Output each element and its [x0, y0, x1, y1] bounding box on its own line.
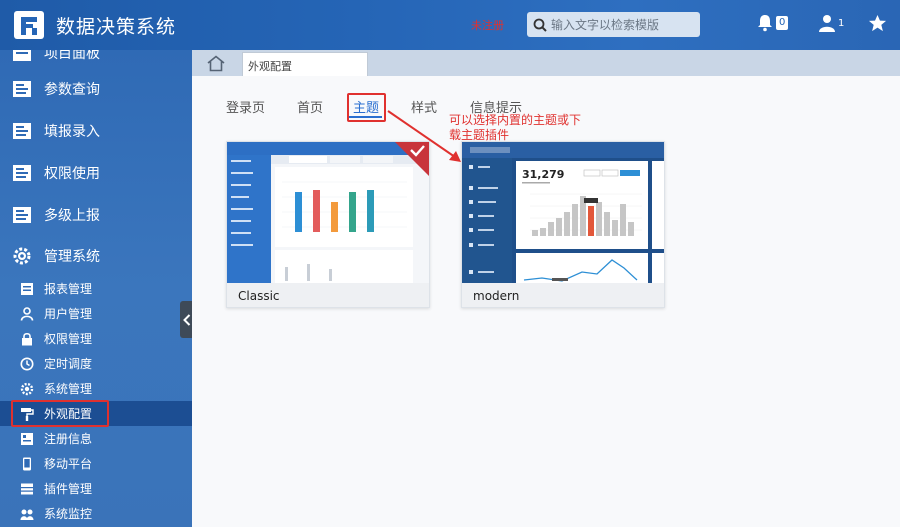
report-icon	[13, 165, 31, 181]
sidebar-item-label: 填报录入	[44, 124, 100, 140]
sidebar-item-label: 用户管理	[44, 307, 93, 321]
theme-card-classic[interactable]: Classic	[226, 141, 430, 308]
report-manage-icon	[21, 282, 33, 295]
sidebar-item-system-manage[interactable]: 系统管理	[0, 376, 192, 401]
notification-button[interactable]: 0	[756, 14, 789, 32]
sidebar-item-monitor[interactable]: 系统监控	[0, 501, 192, 526]
plugin-icon	[21, 483, 33, 494]
monitor-icon	[20, 509, 34, 520]
sidebar-item-permission-use[interactable]: 权限使用	[0, 153, 192, 193]
sidebar-item-label: 定时调度	[44, 357, 93, 371]
sidebar-item-label: 注册信息	[44, 432, 93, 446]
sidebar-item-param-query[interactable]: 参数查询	[0, 69, 192, 109]
sidebar-item-label: 外观配置	[44, 407, 93, 421]
home-tab[interactable]	[192, 50, 240, 76]
search-input[interactable]	[551, 17, 691, 32]
sidebar-item-label: 多级上报	[44, 208, 100, 224]
user-icon	[819, 15, 835, 32]
report-icon	[13, 81, 31, 97]
search-box[interactable]	[527, 12, 700, 37]
tab-appearance-config[interactable]: 外观配置	[242, 52, 368, 76]
sidebar-item-label: 参数查询	[44, 82, 100, 98]
app-title: 数据决策系统	[56, 16, 177, 38]
gear-icon	[13, 247, 31, 265]
register-icon	[21, 432, 33, 445]
sidebar-item-plugin[interactable]: 插件管理	[0, 476, 192, 501]
classic-theme-preview	[227, 142, 429, 283]
user-menu-button[interactable]: 1	[818, 14, 844, 32]
paint-roller-icon	[21, 407, 34, 421]
sidebar-item-user-manage[interactable]: 用户管理	[0, 301, 192, 326]
top-bar: 数据决策系统 未注册 0 1	[0, 0, 900, 50]
sidebar-item-label: 移动平台	[44, 457, 93, 471]
theme-name-classic: Classic	[238, 289, 280, 303]
theme-card-modern[interactable]: 31,279 modern	[461, 141, 665, 308]
app-logo-icon	[14, 11, 44, 39]
user-count: 1	[838, 17, 845, 29]
search-icon	[533, 18, 547, 32]
subtab-login[interactable]: 登录页	[226, 97, 265, 116]
lock-icon	[22, 332, 32, 345]
sidebar-item-appearance[interactable]: 外观配置	[0, 401, 192, 426]
sidebar-item-label: 报表管理	[44, 282, 93, 296]
sidebar-item-register-info[interactable]: 注册信息	[0, 426, 192, 451]
clock-icon	[20, 357, 34, 370]
sidebar-item-label: 系统监控	[44, 507, 93, 521]
home-icon	[207, 54, 225, 71]
sidebar-item-permission-manage[interactable]: 权限管理	[0, 326, 192, 351]
user-icon	[20, 306, 34, 321]
annotation-text: 可以选择内置的主题或下载主题插件	[449, 113, 582, 142]
sidebar-item-multi-report[interactable]: 多级上报	[0, 195, 192, 235]
bell-icon	[758, 15, 772, 32]
chevron-left-icon	[182, 313, 190, 326]
star-icon	[868, 14, 887, 32]
favorites-button[interactable]	[868, 14, 887, 33]
active-tab-indicator	[349, 116, 382, 118]
tab-strip: 外观配置	[192, 50, 900, 76]
modern-theme-preview: 31,279	[462, 142, 664, 283]
sidebar-item-label: 权限管理	[44, 332, 93, 346]
sidebar-item-report-manage[interactable]: 报表管理	[0, 276, 192, 301]
sidebar-item-management[interactable]: 管理系统	[0, 236, 192, 276]
report-icon	[13, 123, 31, 139]
sidebar-item-label: 系统管理	[44, 382, 93, 396]
dashboard-icon	[13, 50, 31, 61]
sidebar: 项目面板 参数查询 填报录入 权限使用 多级上报 管理系统 报表管理 用户管理 …	[0, 50, 192, 527]
sidebar-item-label: 项目面板	[44, 50, 100, 62]
sidebar-item-label: 管理系统	[44, 249, 100, 265]
theme-name-modern: modern	[473, 289, 520, 303]
mobile-icon	[23, 457, 31, 470]
sidebar-item-label: 权限使用	[44, 166, 100, 182]
gear-icon	[20, 382, 34, 395]
sidebar-item-fill-entry[interactable]: 填报录入	[0, 111, 192, 151]
sidebar-item-schedule[interactable]: 定时调度	[0, 351, 192, 376]
modern-preview-number: 31,279	[522, 168, 564, 181]
report-icon	[13, 207, 31, 223]
sidebar-item-label: 插件管理	[44, 482, 93, 496]
subtab-theme[interactable]: 主题	[353, 97, 379, 116]
subtab-home[interactable]: 首页	[297, 97, 323, 116]
register-status[interactable]: 未注册	[471, 17, 504, 33]
sidebar-item-mobile[interactable]: 移动平台	[0, 451, 192, 476]
notification-count: 0	[776, 16, 789, 30]
